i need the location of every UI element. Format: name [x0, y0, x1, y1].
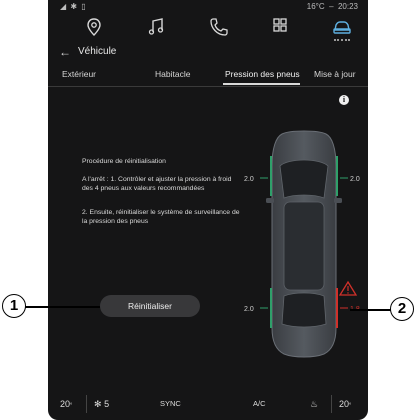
pressure-front-left: 2.0	[244, 176, 254, 183]
callout-2: 2	[390, 297, 414, 321]
navigation-icon[interactable]	[82, 16, 106, 38]
top-nav	[48, 14, 368, 42]
right-temperature[interactable]: 20°	[339, 399, 351, 409]
status-bar: ◢ ✱ ▯ 16°C – 20:23	[48, 0, 368, 14]
tire-bar-front-right	[336, 156, 338, 196]
music-icon[interactable]	[144, 16, 168, 38]
reset-procedure: Procédure de réinitialisation A l'arrêt …	[82, 158, 242, 233]
tab-pression-des-pneus[interactable]: Pression des pneus	[225, 69, 300, 79]
ac-button[interactable]: A/C	[253, 399, 266, 408]
callout-1: 1	[2, 294, 26, 318]
fan-control[interactable]: ✻ 5	[94, 399, 109, 410]
fan-icon: ✻	[94, 399, 102, 409]
climate-bar: 20° ✻ 5 SYNC A/C ♨ 20°	[48, 388, 368, 420]
tire-bar-front-left	[270, 156, 272, 196]
header: ← Véhicule	[48, 44, 368, 62]
callout-2-line	[350, 309, 392, 311]
phone-icon[interactable]	[206, 16, 230, 38]
left-temperature[interactable]: 20°	[60, 399, 72, 409]
tab-habitacle[interactable]: Habitacle	[155, 69, 190, 79]
status-right: 16°C – 20:23	[306, 2, 358, 11]
display-screen: ◢ ✱ ▯ 16°C – 20:23 ← Véhicule Extérieur …	[48, 0, 368, 420]
apps-icon[interactable]	[268, 16, 292, 38]
info-icon[interactable]: i	[339, 95, 349, 105]
callout-1-line	[24, 306, 100, 308]
tire-bar-rear-right	[336, 288, 338, 328]
warning-icon	[338, 280, 358, 296]
sync-button[interactable]: SYNC	[160, 399, 181, 408]
seat-heat-icon[interactable]: ♨	[310, 399, 318, 410]
active-indicator	[334, 39, 350, 43]
status-icons: ◢ ✱ ▯	[60, 2, 87, 11]
page-title: Véhicule	[78, 46, 117, 57]
tire-bar-rear-left	[270, 288, 272, 328]
procedure-step-2: 2. Ensuite, réinitialiser le système de …	[82, 209, 240, 225]
tab-exterieur[interactable]: Extérieur	[62, 69, 96, 79]
tab-bar: Extérieur Habitacle Pression des pneus M…	[48, 66, 368, 87]
temperature: 16°C	[306, 2, 325, 11]
pressure-rear-left: 2.0	[244, 306, 254, 313]
procedure-step-1: A l'arrêt : 1. Contrôler et ajuster la p…	[82, 176, 232, 192]
car-body	[266, 130, 342, 358]
pressure-front-right: 2.0	[350, 176, 360, 183]
active-tab-underline	[223, 83, 300, 85]
reset-button[interactable]: Réinitialiser	[100, 295, 200, 317]
car-icon[interactable]	[330, 16, 354, 38]
car-tire-diagram: 2.0 2.0 2.0 1.8	[244, 130, 360, 358]
procedure-title: Procédure de réinitialisation	[82, 158, 166, 165]
clock: 20:23	[337, 2, 358, 11]
back-button[interactable]: ←	[59, 44, 75, 60]
tab-mise-a-jour[interactable]: Mise à jour	[314, 69, 356, 79]
